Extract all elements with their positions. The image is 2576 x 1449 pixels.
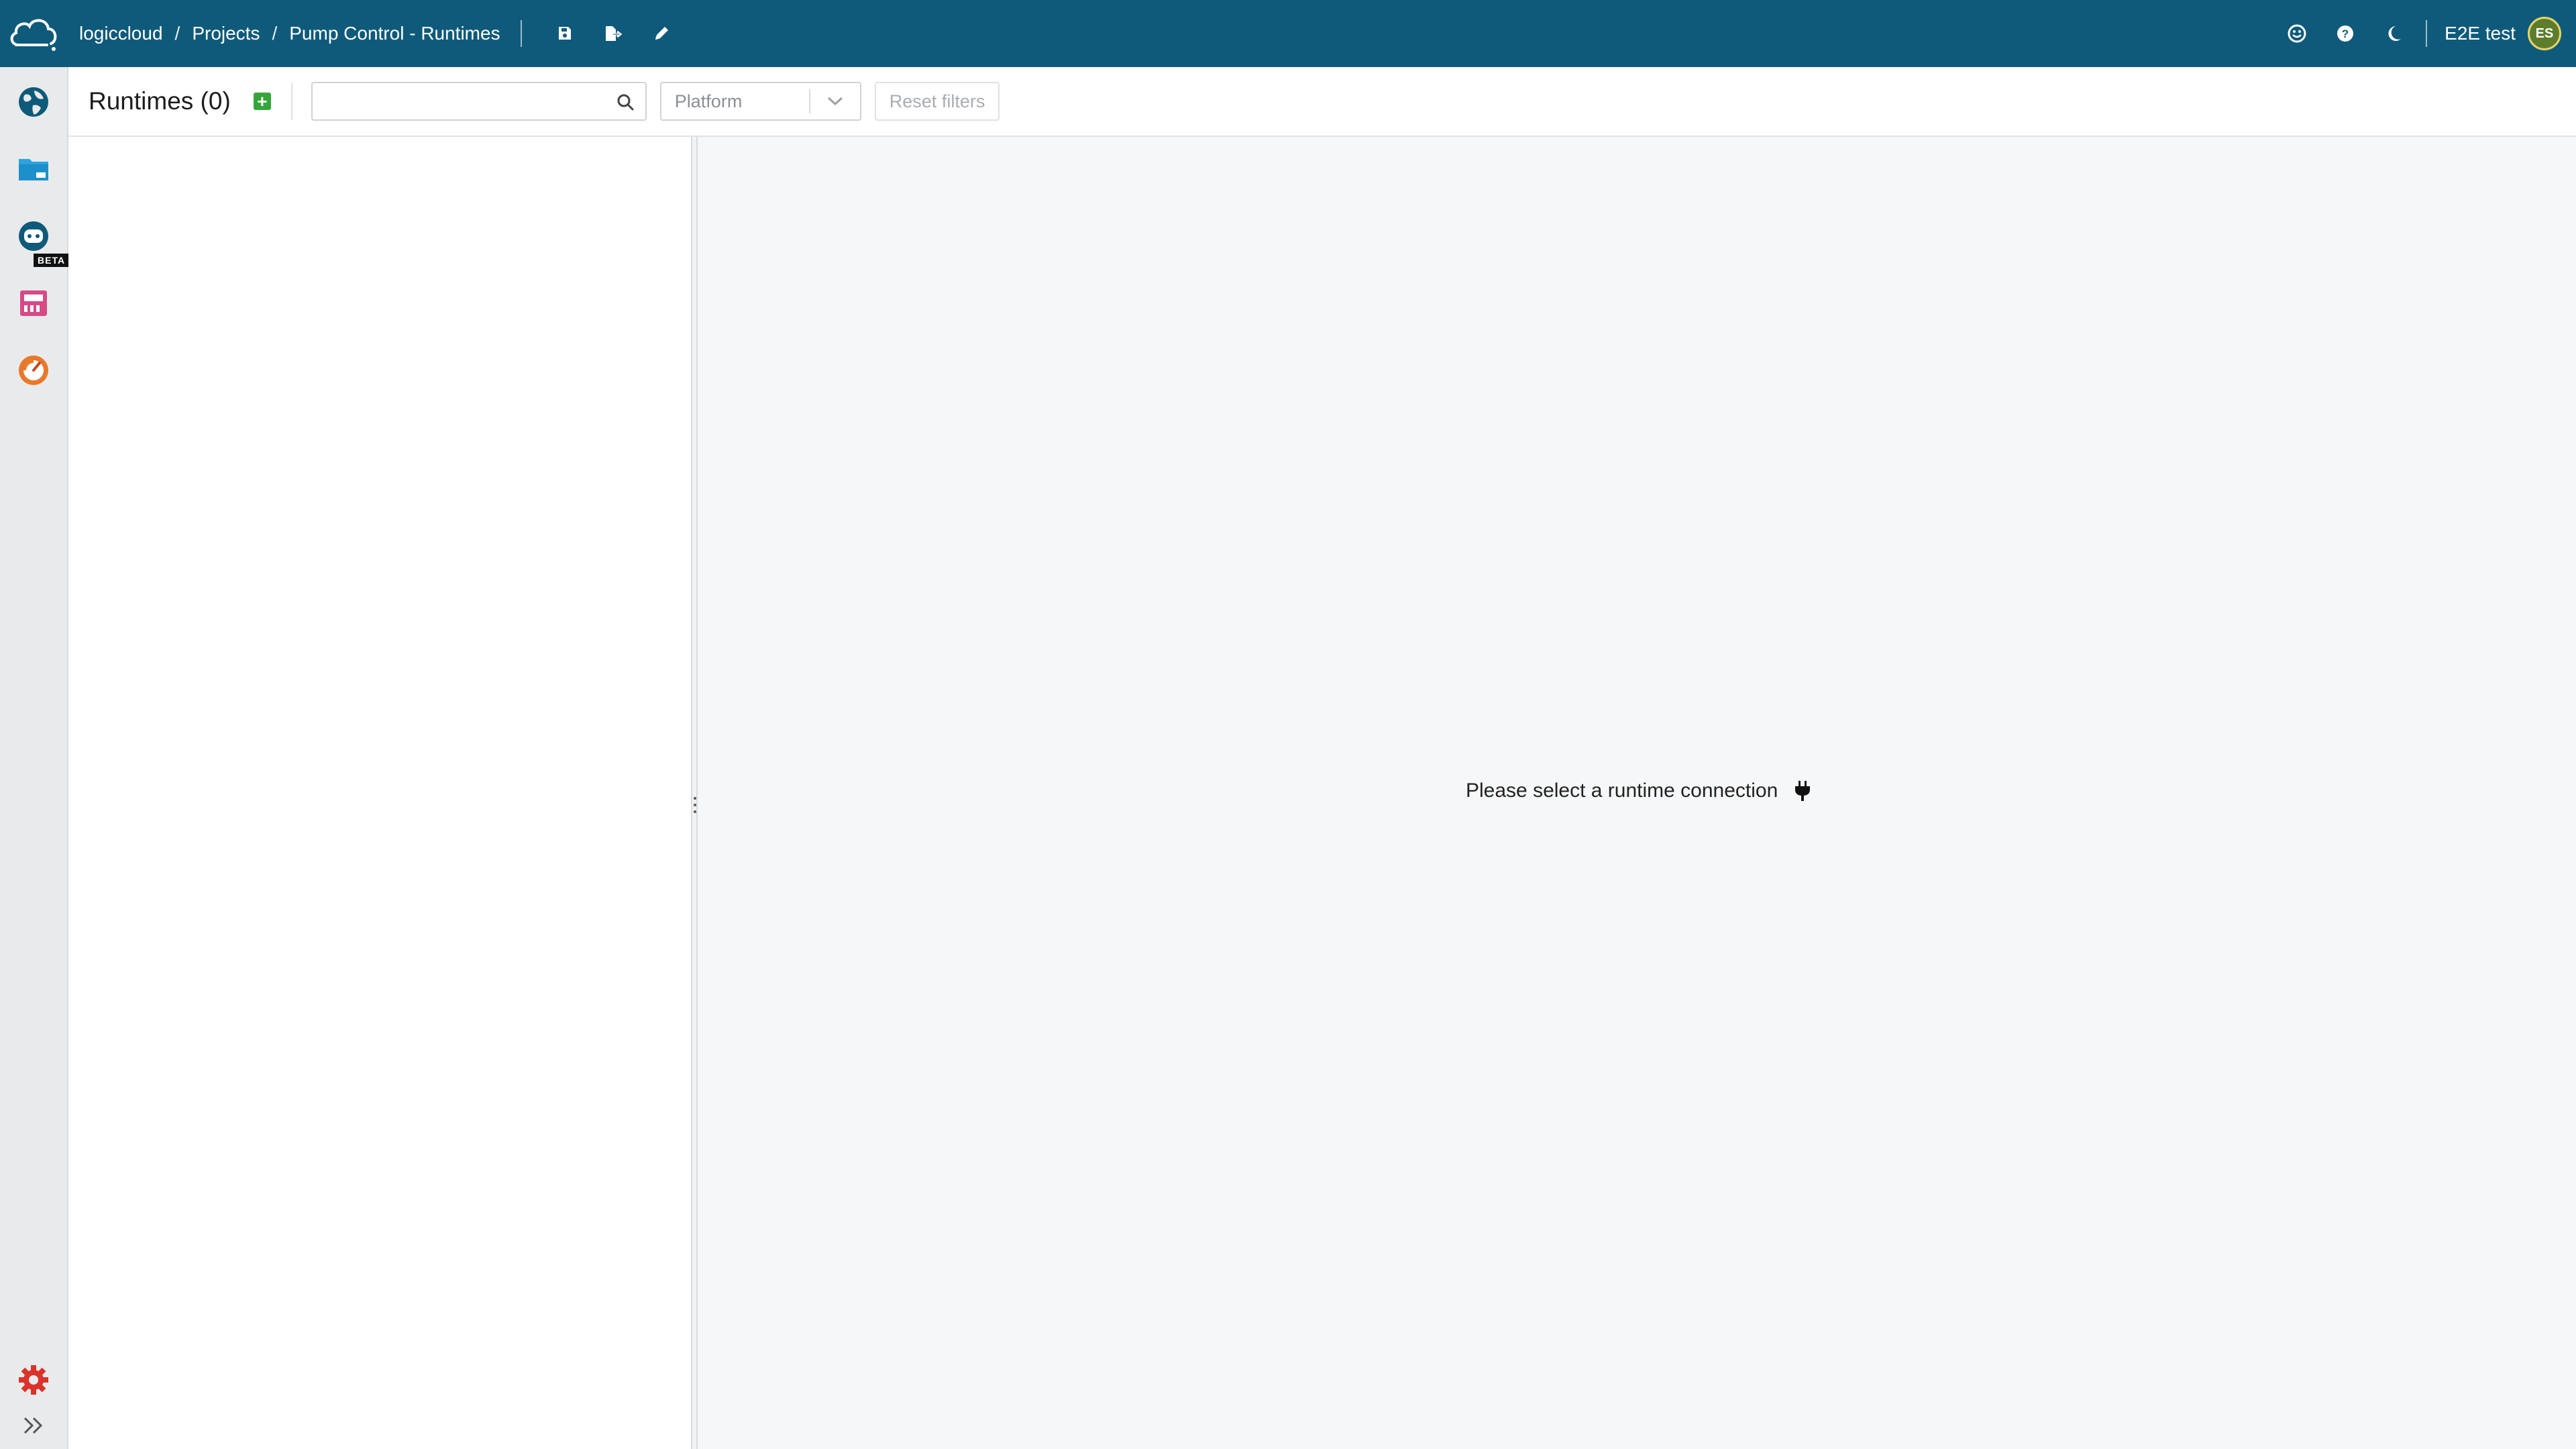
sidebar-expand-button[interactable] <box>0 1402 67 1449</box>
robot-icon <box>19 221 48 251</box>
top-bar: logiccloud / Projects / Pump Control - R… <box>0 0 2576 67</box>
plc-device-icon <box>20 290 47 316</box>
breadcrumb-separator: / <box>272 23 278 44</box>
help-button[interactable]: ? <box>2321 13 2369 54</box>
smiley-icon <box>2288 24 2306 43</box>
double-chevron-right-icon <box>23 1417 43 1434</box>
platform-select[interactable]: Platform <box>659 82 861 121</box>
breadcrumb-projects[interactable]: Projects <box>192 23 260 44</box>
theme-toggle-button[interactable] <box>2369 13 2418 54</box>
sidebar-item-settings[interactable] <box>0 1350 67 1410</box>
empty-state-message: Please select a runtime connection <box>1466 780 1778 802</box>
breadcrumb: logiccloud / Projects / Pump Control - R… <box>79 23 500 44</box>
header-divider <box>2426 20 2428 47</box>
sidebar-item-monitor[interactable] <box>0 340 67 400</box>
page-title: Runtimes (0) <box>89 87 231 115</box>
reset-filters-button[interactable]: Reset filters <box>874 82 1000 121</box>
help-icon: ? <box>2337 25 2354 42</box>
header-divider <box>520 20 522 47</box>
folder-icon <box>19 159 48 180</box>
panel-resize-handle[interactable] <box>691 137 698 1449</box>
toolbar-divider <box>290 83 292 120</box>
breadcrumb-project-name[interactable]: Pump Control - Runtimes <box>289 23 500 44</box>
avatar[interactable]: ES <box>2528 17 2561 50</box>
gauge-icon <box>19 356 48 385</box>
svg-text:?: ? <box>2342 28 2349 40</box>
gear-icon <box>19 1365 48 1395</box>
sidebar-item-global[interactable] <box>0 72 67 132</box>
cloud-logo-icon[interactable] <box>0 0 67 67</box>
search-box <box>311 82 647 121</box>
globe-icon <box>19 87 48 117</box>
header-right-tools: ? E2E test ES <box>2273 0 2576 67</box>
beta-badge: BETA <box>34 254 70 267</box>
user-name[interactable]: E2E test <box>2445 23 2516 44</box>
save-button[interactable] <box>541 13 589 54</box>
breadcrumb-separator: / <box>174 23 180 44</box>
chevron-down-icon[interactable] <box>810 96 860 107</box>
add-runtime-button[interactable]: + <box>253 93 271 110</box>
export-button[interactable] <box>589 13 637 54</box>
empty-state: Please select a runtime connection <box>1466 780 1811 802</box>
runtimes-toolbar: Runtimes (0) + Platform Reset filters <box>68 67 2576 137</box>
breadcrumb-logiccloud[interactable]: logiccloud <box>79 23 163 44</box>
sidebar-item-files[interactable] <box>0 139 67 199</box>
plug-icon <box>1795 781 1811 801</box>
runtime-detail-panel: Please select a runtime connection <box>698 137 2576 1449</box>
pencil-icon <box>655 27 668 40</box>
edit-button[interactable] <box>637 13 686 54</box>
runtime-list-panel <box>68 137 691 1449</box>
search-icon[interactable] <box>616 93 635 111</box>
save-icon <box>558 27 571 40</box>
moon-icon <box>2388 26 2402 41</box>
sidebar: BETA <box>0 67 70 1449</box>
export-file-icon <box>605 26 622 41</box>
resize-grip-icon <box>694 797 696 813</box>
search-input[interactable] <box>321 83 604 119</box>
feedback-button[interactable] <box>2273 13 2321 54</box>
sidebar-item-plc[interactable] <box>0 273 67 333</box>
platform-select-value: Platform <box>674 91 743 111</box>
